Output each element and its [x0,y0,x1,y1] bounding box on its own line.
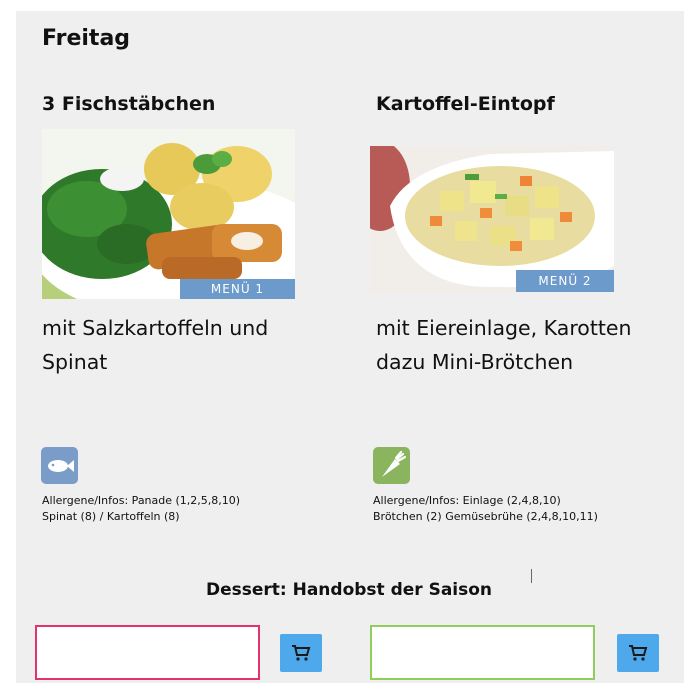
fish-sticks-photo [42,129,295,299]
menu-2-description: mit Eiereinlage, Karotten dazu Mini-Bröt… [376,311,686,379]
menu-2-allergens-line-2: Brötchen (2) Gemüsebrühe (2,4,8,10,11) [373,510,598,523]
menu-2-tag: MENÜ 2 [516,270,614,292]
menu-1-cart-button[interactable] [280,634,322,672]
menu-2-description-line-2: dazu Mini-Brötchen [376,350,574,374]
menu-2-allergens: Allergene/Infos: Einlage (2,4,8,10) Bröt… [373,493,598,525]
menu-1-quantity-input[interactable] [35,625,260,680]
menu-1-description-line-1: mit Salzkartoffeln und [42,316,269,340]
menu-2-description-line-1: mit Eiereinlage, Karotten [376,316,632,340]
menu-1-image: MENÜ 1 [42,129,295,299]
fish-icon [41,447,78,484]
dessert-label: Dessert: Handobst der Saison [205,580,493,600]
menu-2-quantity-input[interactable] [370,625,595,680]
menu-2-image: MENÜ 2 [370,146,614,292]
menu-1-allergens-line-1: Allergene/Infos: Panade (1,2,5,8,10) [42,494,241,507]
menu-1-description: mit Salzkartoffeln und Spinat [42,311,342,379]
cart-icon [629,645,648,661]
menu-1-tag: MENÜ 1 [180,279,295,299]
menu-2-title: Kartoffel-Eintopf [376,93,555,115]
menu-1-allergens-line-2: Spinat (8) / Kartoffeln (8) [42,510,180,523]
menu-1-description-line-2: Spinat [42,350,108,374]
menu-2-cart-button[interactable] [617,634,659,672]
text-cursor [531,569,532,583]
carrot-icon [373,447,410,484]
menu-2-allergens-line-1: Allergene/Infos: Einlage (2,4,8,10) [373,494,561,507]
day-title: Freitag [42,26,131,51]
menu-1-allergens: Allergene/Infos: Panade (1,2,5,8,10) Spi… [42,493,240,525]
menu-1-title: 3 Fischstäbchen [42,93,216,115]
cart-icon [292,645,311,661]
